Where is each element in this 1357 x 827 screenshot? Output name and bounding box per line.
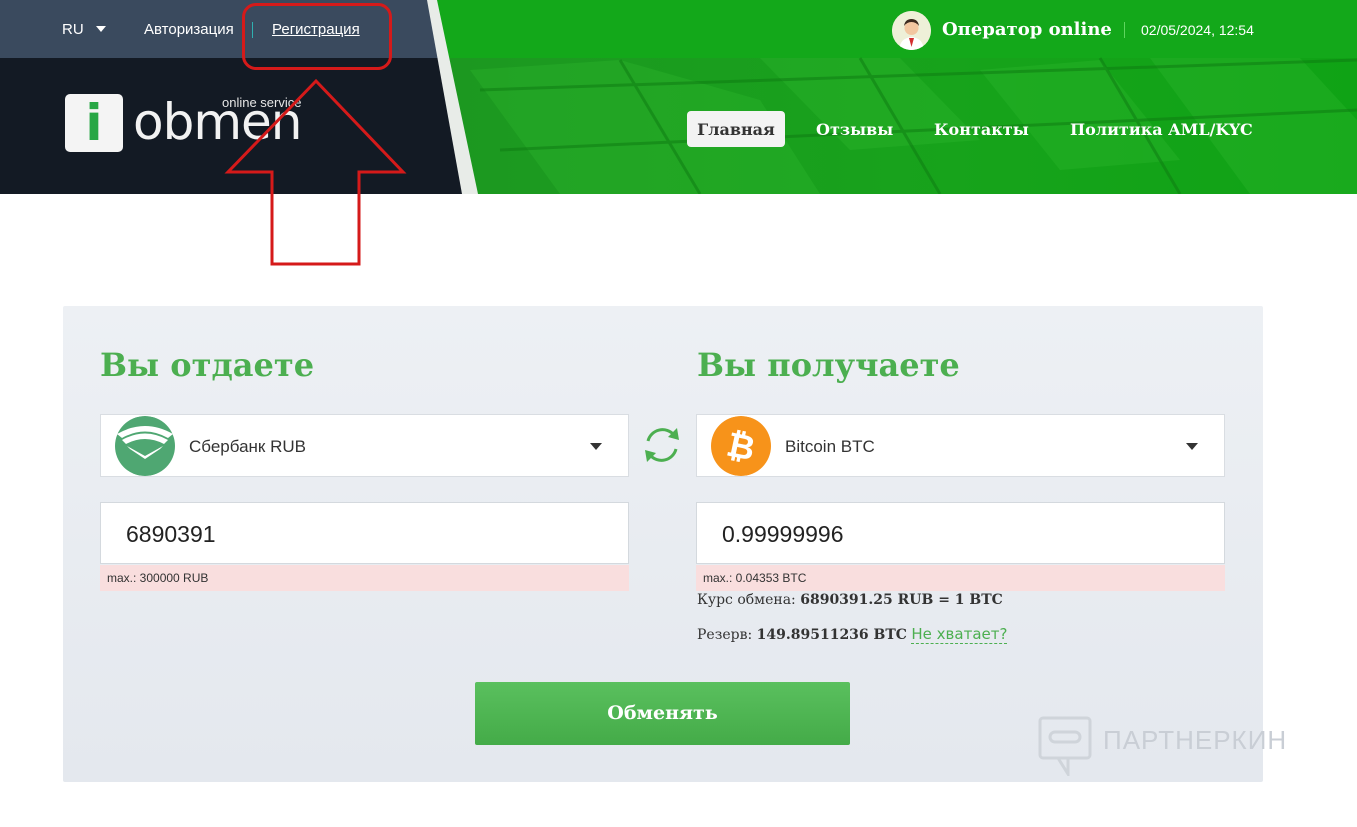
- get-amount-value: 0.99999996: [722, 521, 844, 547]
- reserve-info: Резерв: 149.89511236 BTC Не хватает?: [697, 625, 1008, 644]
- exchange-rate-value: 6890391.25 RUB = 1 BTC: [800, 592, 1003, 608]
- get-currency-name: Bitcoin BTC: [785, 437, 875, 456]
- watermark-logo-icon: [1038, 716, 1092, 776]
- get-limit-warning: max.: 0.04353 BTC: [696, 565, 1225, 591]
- get-title: Вы получаете: [697, 346, 960, 384]
- give-amount-value: 6890391: [126, 521, 216, 547]
- give-currency-select[interactable]: Сбербанк RUB: [100, 414, 629, 477]
- give-limit-text: max.: 300000 RUB: [107, 571, 209, 585]
- exchange-rate: Курс обмена: 6890391.25 RUB = 1 BTC: [697, 592, 1003, 608]
- give-amount-input[interactable]: 6890391: [100, 502, 629, 564]
- chevron-down-icon: [1186, 443, 1198, 450]
- bitcoin-icon: ₿: [710, 416, 772, 476]
- exchange-button-label: Обменять: [607, 702, 718, 724]
- sberbank-icon: [114, 416, 176, 476]
- get-amount-input[interactable]: 0.99999996: [696, 502, 1225, 564]
- not-enough-link[interactable]: Не хватает?: [911, 625, 1008, 644]
- give-currency-name: Сбербанк RUB: [189, 437, 306, 456]
- get-currency-select[interactable]: ₿ Bitcoin BTC: [696, 414, 1225, 477]
- annotation-arrow-icon: [224, 78, 407, 266]
- exchange-rate-label: Курс обмена:: [697, 592, 796, 608]
- give-title: Вы отдаете: [100, 346, 315, 384]
- exchange-button[interactable]: Обменять: [475, 682, 850, 745]
- chevron-down-icon: [590, 443, 602, 450]
- watermark-text: ПАРТНЕРКИН: [1103, 725, 1288, 755]
- get-limit-text: max.: 0.04353 BTC: [703, 571, 807, 585]
- swap-direction-icon[interactable]: [641, 423, 683, 467]
- reserve-label: Резерв:: [697, 627, 753, 643]
- reserve-value: 149.89511236 BTC: [756, 627, 907, 643]
- give-limit-warning: max.: 300000 RUB: [100, 565, 629, 591]
